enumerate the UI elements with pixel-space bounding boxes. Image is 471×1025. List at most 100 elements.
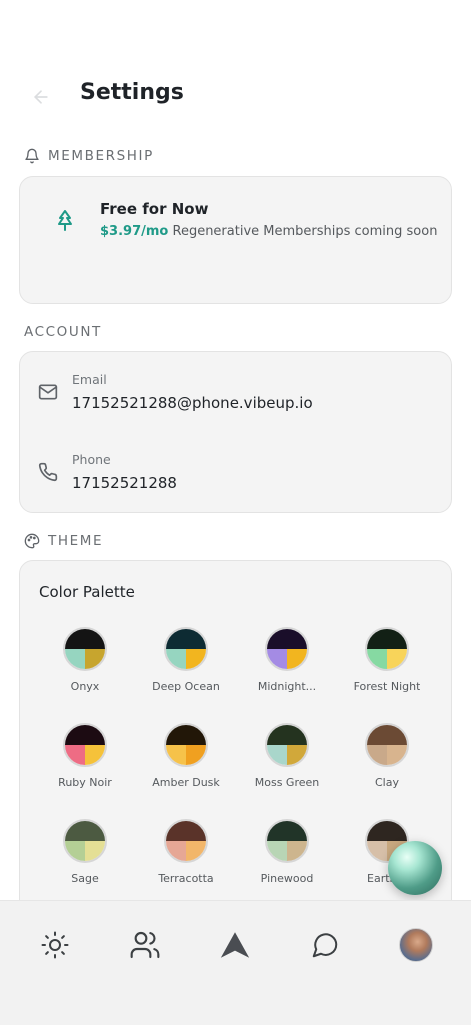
swatch-secondary — [267, 745, 287, 765]
swatch-accent — [387, 649, 407, 669]
swatch-accent — [387, 745, 407, 765]
palette-sage[interactable]: Sage — [35, 819, 135, 899]
email-row[interactable]: Email 17152521288@phone.vibeup.io — [20, 352, 451, 412]
membership-card[interactable]: Free for Now $3.97/mo Regenerative Membe… — [19, 176, 452, 304]
membership-section-label: MEMBERSHIP — [24, 148, 154, 164]
page-title: Settings — [80, 80, 184, 105]
palette-name: Onyx — [70, 680, 100, 693]
email-value: 17152521288@phone.vibeup.io — [72, 394, 313, 412]
swatch-primary — [267, 629, 307, 649]
swatch-primary — [65, 821, 105, 841]
palette-clay[interactable]: Clay — [337, 723, 437, 803]
color-palette-title: Color Palette — [39, 583, 135, 601]
palette-terracotta[interactable]: Terracotta — [136, 819, 236, 899]
palette-name: Ruby Noir — [58, 776, 112, 789]
swatch-accent — [85, 649, 105, 669]
swatch-secondary — [267, 649, 287, 669]
palette-name: Forest Night — [353, 680, 421, 693]
swatch-primary — [166, 629, 206, 649]
palette-deep-ocean[interactable]: Deep Ocean — [136, 627, 236, 707]
palette-name: Deep Ocean — [152, 680, 220, 693]
palette-swatch-circle — [63, 627, 107, 671]
palette-swatch-circle — [265, 819, 309, 863]
users-icon — [130, 931, 160, 959]
chat-icon — [312, 933, 338, 958]
header: Settings — [0, 70, 471, 124]
palette-swatch-circle — [265, 627, 309, 671]
swatch-primary — [166, 821, 206, 841]
theme-section-label: THEME — [24, 533, 103, 549]
palette-name: Moss Green — [254, 776, 320, 789]
swatch-primary — [367, 725, 407, 745]
status-bar — [0, 0, 471, 60]
palette-swatch-circle — [365, 627, 409, 671]
swatch-accent — [287, 841, 307, 861]
palette-name: Clay — [375, 776, 399, 789]
swatch-secondary — [267, 841, 287, 861]
tab-people[interactable] — [125, 925, 165, 965]
swatch-accent — [287, 745, 307, 765]
swatch-accent — [186, 745, 206, 765]
bottom-tab-bar — [0, 900, 471, 1025]
palette-swatch-circle — [265, 723, 309, 767]
swatch-primary — [267, 821, 307, 841]
membership-title: Free for Now — [100, 200, 209, 218]
phone-value: 17152521288 — [72, 474, 177, 492]
palette-swatch-circle — [164, 819, 208, 863]
sun-icon — [41, 931, 69, 959]
swatch-accent — [85, 841, 105, 861]
swatch-primary — [367, 629, 407, 649]
membership-pricing-line: $3.97/mo Regenerative Memberships coming… — [100, 224, 437, 239]
palette-name: Pinewood — [260, 872, 314, 885]
tab-chat[interactable] — [305, 925, 345, 965]
palette-midnight[interactable]: Midnight... — [237, 627, 337, 707]
triangle-logo-icon — [220, 932, 250, 958]
palette-name: Amber Dusk — [152, 776, 220, 789]
palette-swatch-circle — [63, 723, 107, 767]
email-label: Email — [72, 372, 107, 387]
back-button[interactable] — [26, 82, 56, 112]
swatch-secondary — [65, 649, 85, 669]
palette-name: Terracotta — [158, 872, 214, 885]
palette-swatch-circle — [63, 819, 107, 863]
palette-icon — [24, 533, 40, 549]
swatch-primary — [267, 725, 307, 745]
mail-icon — [38, 384, 58, 400]
palette-swatch-circle — [164, 627, 208, 671]
account-section-label: ACCOUNT — [24, 324, 102, 340]
palette-name: Sage — [71, 872, 99, 885]
tab-vibes[interactable] — [35, 925, 75, 965]
tab-home[interactable] — [215, 925, 255, 965]
palette-onyx[interactable]: Onyx — [35, 627, 135, 707]
account-card: Email 17152521288@phone.vibeup.io Phone … — [19, 351, 452, 513]
palette-swatch-circle — [164, 723, 208, 767]
membership-section-text: MEMBERSHIP — [48, 148, 154, 164]
bell-icon — [25, 148, 39, 164]
swatch-secondary — [166, 649, 186, 669]
swatch-primary — [367, 821, 407, 841]
phone-icon — [38, 462, 58, 482]
swatch-secondary — [65, 841, 85, 861]
membership-price: $3.97/mo — [100, 224, 169, 239]
swatch-secondary — [65, 745, 85, 765]
swatch-secondary — [367, 745, 387, 765]
phone-row[interactable]: Phone 17152521288 — [20, 432, 451, 492]
palette-name: Midnight... — [257, 680, 317, 693]
palette-amber-dusk[interactable]: Amber Dusk — [136, 723, 236, 803]
palette-forest-night[interactable]: Forest Night — [337, 627, 437, 707]
swatch-primary — [65, 629, 105, 649]
floating-orb-button[interactable] — [388, 841, 442, 895]
swatch-secondary — [367, 841, 387, 861]
swatch-accent — [85, 745, 105, 765]
tab-profile[interactable] — [396, 925, 436, 965]
swatch-secondary — [166, 745, 186, 765]
swatch-secondary — [166, 841, 186, 861]
palette-ruby-noir[interactable]: Ruby Noir — [35, 723, 135, 803]
membership-note: Regenerative Memberships coming soon — [172, 224, 438, 239]
phone-label: Phone — [72, 452, 111, 467]
account-section-text: ACCOUNT — [24, 324, 102, 340]
palette-moss-green[interactable]: Moss Green — [237, 723, 337, 803]
swatch-primary — [65, 725, 105, 745]
palette-pinewood[interactable]: Pinewood — [237, 819, 337, 899]
swatch-secondary — [367, 649, 387, 669]
